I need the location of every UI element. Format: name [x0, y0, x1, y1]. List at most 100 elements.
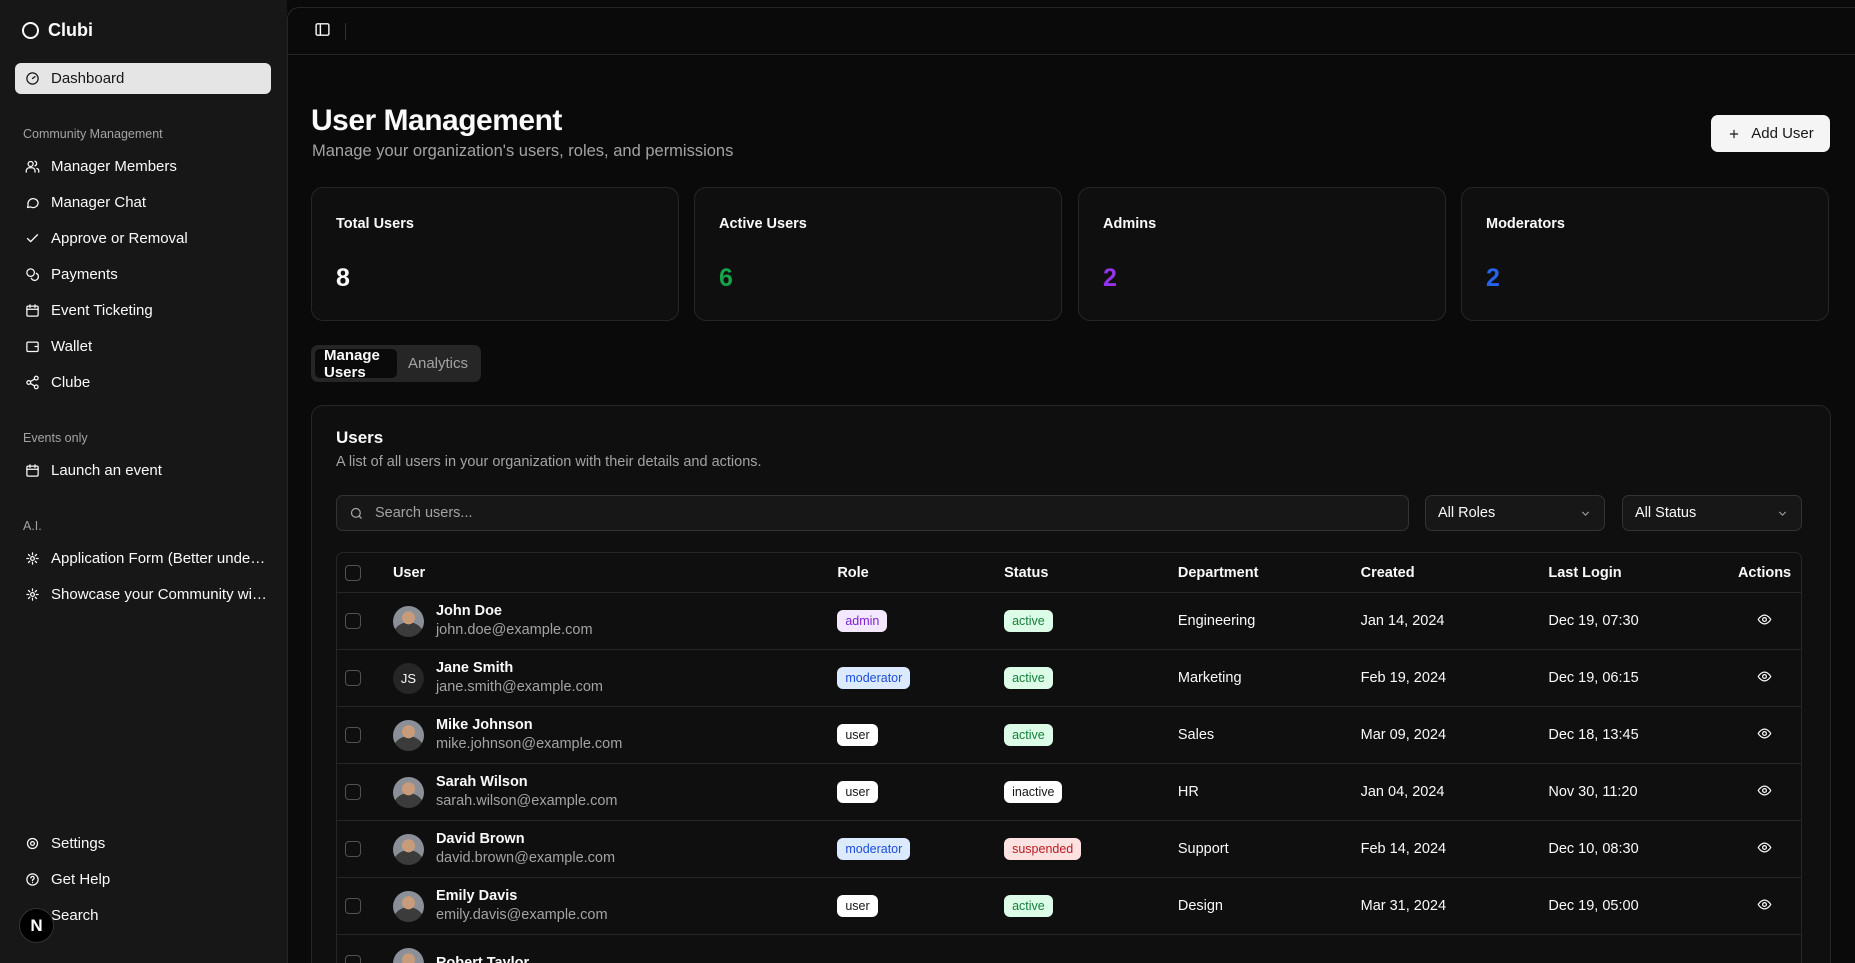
department-cell: Sales: [1177, 727, 1215, 743]
divider: [345, 22, 346, 40]
table-body: John Doe john.doe@example.com admin active E…: [337, 593, 1801, 963]
user-name: Emily Davis: [435, 888, 518, 904]
table-row[interactable]: Emily Davis emily.davis@example.com user ac…: [337, 878, 1801, 935]
select-all-checkbox[interactable]: [345, 564, 361, 581]
row-checkbox[interactable]: [345, 613, 361, 629]
sidebar-item-manager-members[interactable]: Manager Members: [15, 151, 271, 182]
stat-card-total-users: Total Users 8: [311, 187, 679, 321]
user-email: david.brown@example.com: [435, 850, 616, 866]
sidebar-item-wallet[interactable]: Wallet: [15, 331, 271, 362]
group-label-ai: A.I.: [23, 519, 42, 533]
view-eye-icon[interactable]: [1757, 897, 1772, 916]
search-input[interactable]: [375, 505, 1275, 521]
sidebar-item-get-help[interactable]: Get Help: [15, 864, 271, 895]
user-cell: JS Jane Smith jane.smith@example.com: [392, 659, 837, 697]
avatar: [392, 776, 424, 808]
table-row[interactable]: John Doe john.doe@example.com admin active E…: [337, 593, 1801, 650]
help-icon: [24, 872, 40, 888]
sidebar: Clubi Dashboard Community Management Man…: [0, 0, 287, 963]
calendar-icon: [24, 463, 40, 479]
table-row[interactable]: Sarah Wilson sarah.wilson@example.com user…: [337, 764, 1801, 821]
status-filter-select[interactable]: All Status: [1622, 495, 1802, 531]
created-cell: Feb 19, 2024: [1360, 670, 1447, 686]
row-checkbox[interactable]: [345, 841, 361, 857]
n-badge[interactable]: N: [19, 908, 54, 943]
sidebar-toggle-icon[interactable]: [314, 21, 331, 42]
user-email: jane.smith@example.com: [435, 679, 603, 695]
stat-card-moderators: Moderators 2: [1461, 187, 1829, 321]
column-header[interactable]: Last Login: [1548, 565, 1728, 581]
stat-label: Active Users: [719, 216, 807, 232]
row-checkbox[interactable]: [345, 898, 361, 914]
role-badge: user: [837, 895, 878, 917]
role-badge: moderator: [837, 838, 911, 860]
column-header[interactable]: Role: [837, 565, 1004, 581]
sidebar-item-settings[interactable]: Settings: [15, 828, 271, 859]
stat-card-active-users: Active Users 6: [694, 187, 1062, 321]
user-name: John Doe: [435, 603, 502, 619]
page-title: User Management: [311, 104, 562, 137]
user-name: Sarah Wilson: [435, 774, 528, 790]
page-subtitle: Manage your organization's users, roles,…: [312, 142, 734, 160]
column-header[interactable]: Department: [1178, 565, 1361, 581]
view-eye-icon[interactable]: [1757, 669, 1772, 688]
role-badge: admin: [837, 610, 888, 632]
column-header[interactable]: Created: [1361, 565, 1549, 581]
sidebar-item-showcase[interactable]: Showcase your Community with AI: [15, 579, 271, 610]
stat-label: Admins: [1103, 216, 1157, 232]
sidebar-item-dashboard[interactable]: Dashboard: [15, 63, 271, 94]
role-badge: user: [837, 781, 878, 803]
row-checkbox[interactable]: [345, 670, 361, 686]
avatar: [392, 833, 424, 865]
row-checkbox[interactable]: [345, 784, 361, 800]
sidebar-item-application-form[interactable]: Application Form (Better understanding): [15, 543, 271, 574]
table-row[interactable]: JS Jane Smith jane.smith@example.com modera…: [337, 650, 1801, 707]
created-cell: Jan 14, 2024: [1360, 613, 1445, 629]
tab-analytics[interactable]: Analytics: [399, 349, 477, 378]
sidebar-item-payments[interactable]: Payments: [15, 259, 271, 290]
row-checkbox[interactable]: [345, 727, 361, 743]
sidebar-item-manager-chat[interactable]: Manager Chat: [15, 187, 271, 218]
last-login-cell: Dec 18, 13:45: [1548, 727, 1639, 743]
view-eye-icon[interactable]: [1757, 783, 1772, 802]
avatar: [392, 947, 424, 963]
table-header: User Role Status Department Created Last…: [337, 553, 1801, 593]
department-cell: Design: [1177, 898, 1223, 914]
view-eye-icon[interactable]: [1757, 726, 1772, 745]
sidebar-item-event-ticketing[interactable]: Event Ticketing: [15, 295, 271, 326]
dashboard-icon: [24, 71, 40, 87]
brand[interactable]: Clubi: [22, 20, 93, 41]
wallet-icon: [24, 339, 40, 355]
tab-manage-users[interactable]: Manage Users: [315, 347, 397, 381]
tab-list: Manage Users Analytics: [311, 345, 481, 382]
coins-icon: [24, 267, 40, 283]
last-login-cell: Dec 19, 05:00: [1548, 898, 1639, 914]
card-subtitle: A list of all users in your organization…: [336, 454, 762, 470]
user-name: Mike Johnson: [435, 717, 533, 733]
stat-value: 8: [336, 264, 350, 292]
table-row[interactable]: David Brown david.brown@example.com modera…: [337, 821, 1801, 878]
view-eye-icon[interactable]: [1757, 612, 1772, 631]
table-row[interactable]: Robert Taylor: [337, 935, 1801, 963]
user-name: Jane Smith: [435, 660, 514, 676]
column-header[interactable]: User: [393, 565, 837, 581]
add-user-button[interactable]: Add User: [1711, 115, 1830, 152]
logo-icon: [22, 22, 39, 39]
main-content: User Management Manage your organization…: [287, 7, 1855, 963]
user-email: emily.davis@example.com: [435, 907, 608, 923]
sidebar-item-approve-removal[interactable]: Approve or Removal: [15, 223, 271, 254]
avatar: [392, 890, 424, 922]
table-row[interactable]: Mike Johnson mike.johnson@example.com user…: [337, 707, 1801, 764]
row-checkbox[interactable]: [345, 955, 361, 963]
sidebar-item-launch-event[interactable]: Launch an event: [15, 455, 271, 486]
role-filter-select[interactable]: All Roles: [1425, 495, 1605, 531]
created-cell: Jan 04, 2024: [1360, 784, 1445, 800]
share-icon: [24, 375, 40, 391]
topbar: [288, 8, 1855, 55]
column-header[interactable]: Status: [1004, 565, 1178, 581]
app-name: Clubi: [48, 20, 93, 40]
user-cell: David Brown david.brown@example.com: [392, 830, 837, 868]
view-eye-icon[interactable]: [1757, 840, 1772, 859]
sidebar-item-clube[interactable]: Clube: [15, 367, 271, 398]
department-cell: Marketing: [1177, 670, 1242, 686]
